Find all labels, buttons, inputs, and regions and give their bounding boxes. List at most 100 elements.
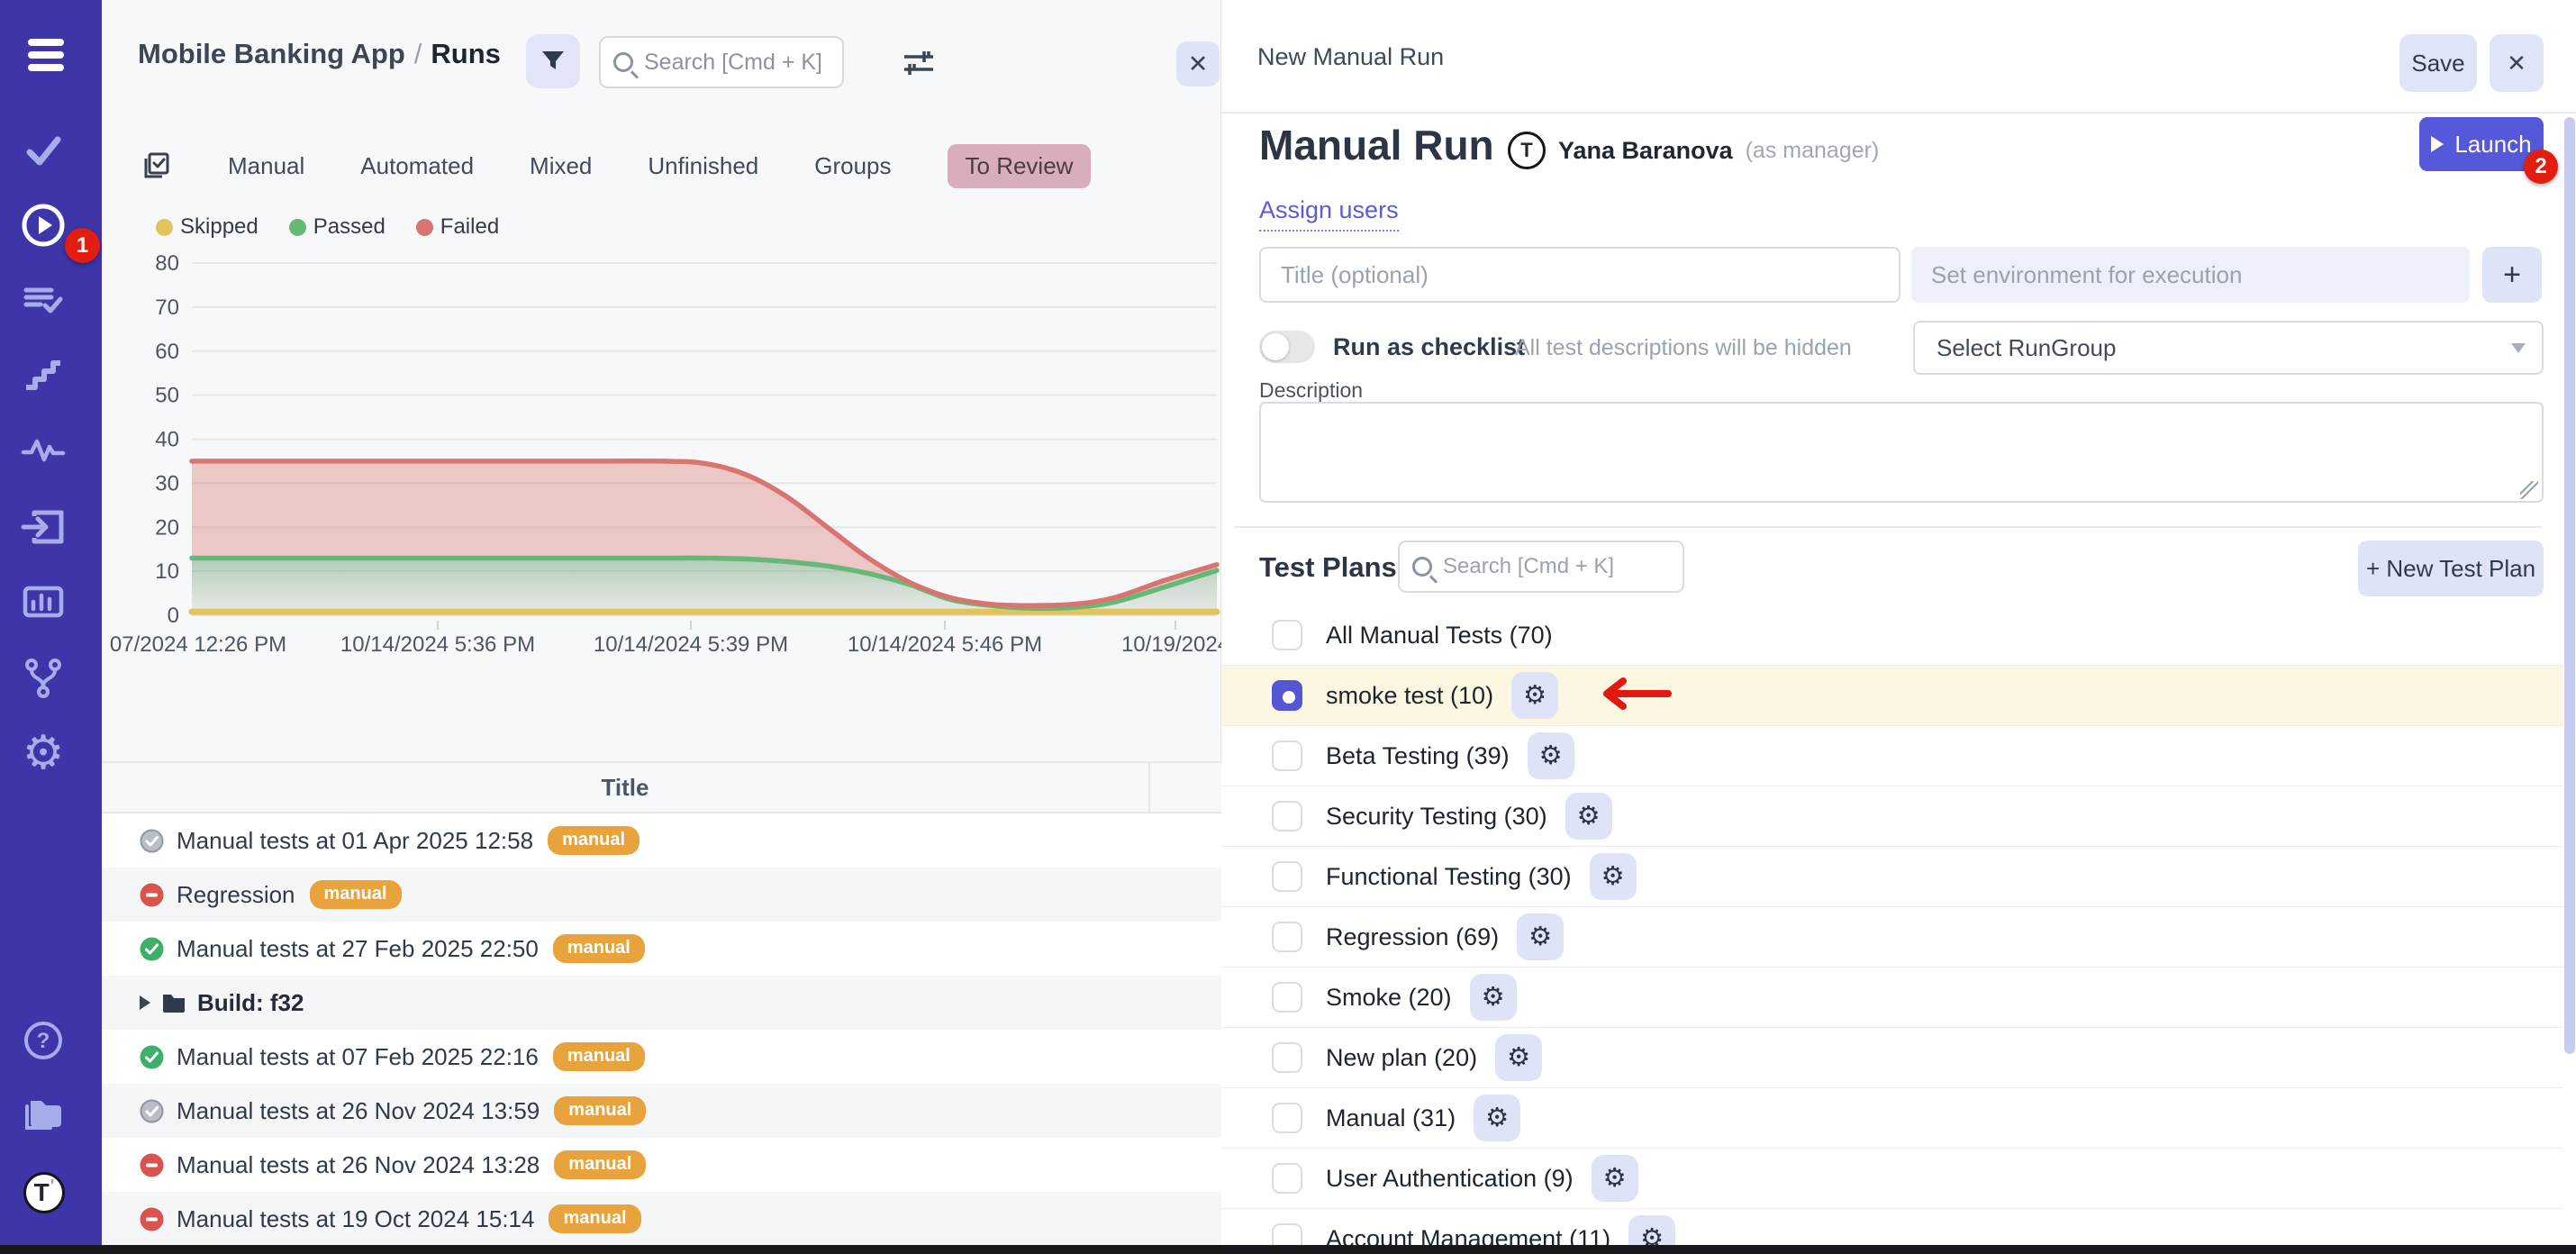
rungroup-select[interactable]: Select RunGroup xyxy=(1913,321,2544,375)
area-chart-svg: 0102030405060708007/2024 12:26 PM10/14/2… xyxy=(102,254,1221,677)
window-bottom-edge xyxy=(0,1245,2576,1254)
tab-to-review[interactable]: To Review xyxy=(948,144,1092,188)
tab-manual[interactable]: Manual xyxy=(228,152,304,180)
test-plan-row[interactable]: User Authentication (9) ⚙ xyxy=(1221,1149,2563,1209)
report-icon xyxy=(20,578,67,625)
test-plan-row[interactable]: Account Management (11)⚙ xyxy=(1221,1209,2563,1247)
test-plan-row[interactable]: Regression (69) ⚙ xyxy=(1221,907,2563,968)
sidebar-item-import[interactable] xyxy=(18,502,68,552)
tab-groups[interactable]: Groups xyxy=(814,152,891,180)
test-plans-search-input[interactable] xyxy=(1443,554,1668,579)
table-row[interactable]: Manual tests at 26 Nov 2024 13:28manual xyxy=(102,1138,1221,1192)
plan-settings-button[interactable]: ⚙ xyxy=(1474,1095,1520,1141)
table-row[interactable]: Build: f32 xyxy=(102,976,1221,1030)
table-row[interactable]: Manual tests at 26 Nov 2024 13:59manual xyxy=(102,1084,1221,1138)
plan-settings-button[interactable]: ⚙ xyxy=(1628,1215,1675,1247)
tab-automated[interactable]: Automated xyxy=(360,152,474,180)
test-plan-row[interactable]: Functional Testing (30)⚙ xyxy=(1221,847,2563,907)
app-logo[interactable]: T' xyxy=(23,1172,65,1213)
breadcrumb-project[interactable]: Mobile Banking App xyxy=(138,38,405,69)
scrollbar-thumb[interactable] xyxy=(2564,117,2575,1054)
close-icon: ✕ xyxy=(1188,50,1209,78)
breadcrumb-separator: / xyxy=(405,38,431,69)
table-row[interactable]: Regressionmanual xyxy=(102,868,1221,922)
test-plan-row[interactable]: smoke test (10)⚙ xyxy=(1221,666,2563,726)
sidebar-item-branches[interactable] xyxy=(18,652,68,703)
description-textarea[interactable] xyxy=(1259,402,2544,503)
test-plan-row[interactable]: New plan (20)⚙ xyxy=(1221,1028,2563,1088)
runs-search-input[interactable] xyxy=(644,50,833,76)
test-plan-row[interactable]: Security Testing (30)⚙ xyxy=(1221,786,2563,847)
save-button[interactable]: Save xyxy=(2399,34,2477,92)
run-as-checklist-toggle[interactable] xyxy=(1259,331,1315,363)
sidebar-item-testplans[interactable] xyxy=(18,275,68,325)
plan-settings-button[interactable]: ⚙ xyxy=(1592,1155,1638,1202)
search-icon xyxy=(1412,557,1432,577)
plan-settings-button[interactable]: ⚙ xyxy=(1495,1034,1542,1081)
filter-button[interactable] xyxy=(526,34,580,88)
runs-tabs: Manual Automated Mixed Unfinished Groups To R… xyxy=(140,142,1091,189)
add-environment-button[interactable]: + xyxy=(2482,247,2542,303)
new-test-plan-button[interactable]: + New Test Plan xyxy=(2358,541,2544,596)
plan-settings-button[interactable]: ⚙ xyxy=(1517,913,1564,960)
environment-input[interactable] xyxy=(1911,247,2470,303)
plan-checkbox-checked[interactable] xyxy=(1272,680,1302,711)
test-plan-row[interactable]: Manual (31) ⚙ xyxy=(1221,1088,2563,1149)
close-runs-panel-button[interactable]: ✕ xyxy=(1176,41,1220,86)
plan-label: Regression (69) xyxy=(1326,923,1499,951)
plan-checkbox[interactable] xyxy=(1272,1223,1302,1247)
assign-users-link[interactable]: Assign users xyxy=(1259,196,1399,232)
run-title-input[interactable] xyxy=(1259,247,1900,303)
caret-right-icon[interactable] xyxy=(140,995,150,1010)
menu-icon[interactable] xyxy=(28,39,64,71)
chevron-down-icon xyxy=(2511,343,2526,353)
plan-settings-button[interactable]: ⚙ xyxy=(1565,793,1612,840)
sidebar-item-settings[interactable]: ⚙ xyxy=(18,728,68,778)
gear-icon: ⚙ xyxy=(1485,1105,1509,1131)
sidebar-item-pulse[interactable] xyxy=(18,425,68,476)
display-settings-button[interactable] xyxy=(899,43,939,83)
sidebar-item-projects[interactable] xyxy=(18,1090,68,1140)
runs-table-body: Manual tests at 01 Apr 2025 12:58manualR… xyxy=(102,813,1221,1246)
test-plan-row[interactable]: All Manual Tests (70) xyxy=(1221,605,2563,666)
plan-label: User Authentication (9) xyxy=(1326,1165,1574,1193)
svg-text:40: 40 xyxy=(155,428,179,452)
plan-checkbox[interactable] xyxy=(1272,861,1302,892)
column-divider[interactable] xyxy=(1148,763,1150,812)
sidebar-item-help[interactable]: ? xyxy=(18,1015,68,1066)
new-manual-run-panel: New Manual Run Save ✕ Manual Run T Yana … xyxy=(1221,0,2576,1254)
app-window: ⚙ ? T' 1 Mobile Banking App/Runs xyxy=(0,0,2576,1254)
table-row[interactable]: Manual tests at 01 Apr 2025 12:58manual xyxy=(102,813,1221,868)
test-plan-row[interactable]: Smoke (20)⚙ xyxy=(1221,968,2563,1028)
svg-text:20: 20 xyxy=(155,515,179,540)
passed-icon xyxy=(140,937,164,961)
tab-mixed[interactable]: Mixed xyxy=(530,152,592,180)
plan-settings-button[interactable]: ⚙ xyxy=(1511,672,1558,719)
table-row[interactable]: Manual tests at 27 Feb 2025 22:50manual xyxy=(102,922,1221,976)
sidebar-item-tests[interactable] xyxy=(18,125,68,176)
close-drawer-button[interactable]: ✕ xyxy=(2490,34,2544,92)
plan-checkbox[interactable] xyxy=(1272,801,1302,831)
plan-settings-button[interactable]: ⚙ xyxy=(1590,853,1637,900)
tab-unfinished[interactable]: Unfinished xyxy=(648,152,758,180)
breadcrumb-page: Runs xyxy=(431,38,501,69)
plan-checkbox[interactable] xyxy=(1272,1103,1302,1133)
plan-settings-button[interactable]: ⚙ xyxy=(1470,974,1517,1021)
plan-checkbox[interactable] xyxy=(1272,620,1302,650)
plan-checkbox[interactable] xyxy=(1272,1042,1302,1073)
svg-text:10/14/2024 5:39 PM: 10/14/2024 5:39 PM xyxy=(594,632,788,657)
plan-checkbox[interactable] xyxy=(1272,922,1302,952)
test-plan-row[interactable]: Beta Testing (39)⚙ xyxy=(1221,726,2563,786)
sidebar-item-runs[interactable] xyxy=(18,200,68,250)
pulse-icon xyxy=(20,427,67,474)
sidebar-item-reports[interactable] xyxy=(18,577,68,627)
plan-settings-button[interactable]: ⚙ xyxy=(1528,732,1574,779)
plan-label: Manual (31) xyxy=(1326,1104,1456,1132)
plan-checkbox[interactable] xyxy=(1272,1163,1302,1194)
column-header-title[interactable]: Title xyxy=(102,763,1148,812)
sidebar-item-steps[interactable] xyxy=(18,350,68,401)
table-row[interactable]: Manual tests at 07 Feb 2025 22:16manual xyxy=(102,1030,1221,1084)
table-row[interactable]: Manual tests at 19 Oct 2024 15:14manual xyxy=(102,1192,1221,1246)
plan-checkbox[interactable] xyxy=(1272,741,1302,771)
plan-checkbox[interactable] xyxy=(1272,982,1302,1013)
